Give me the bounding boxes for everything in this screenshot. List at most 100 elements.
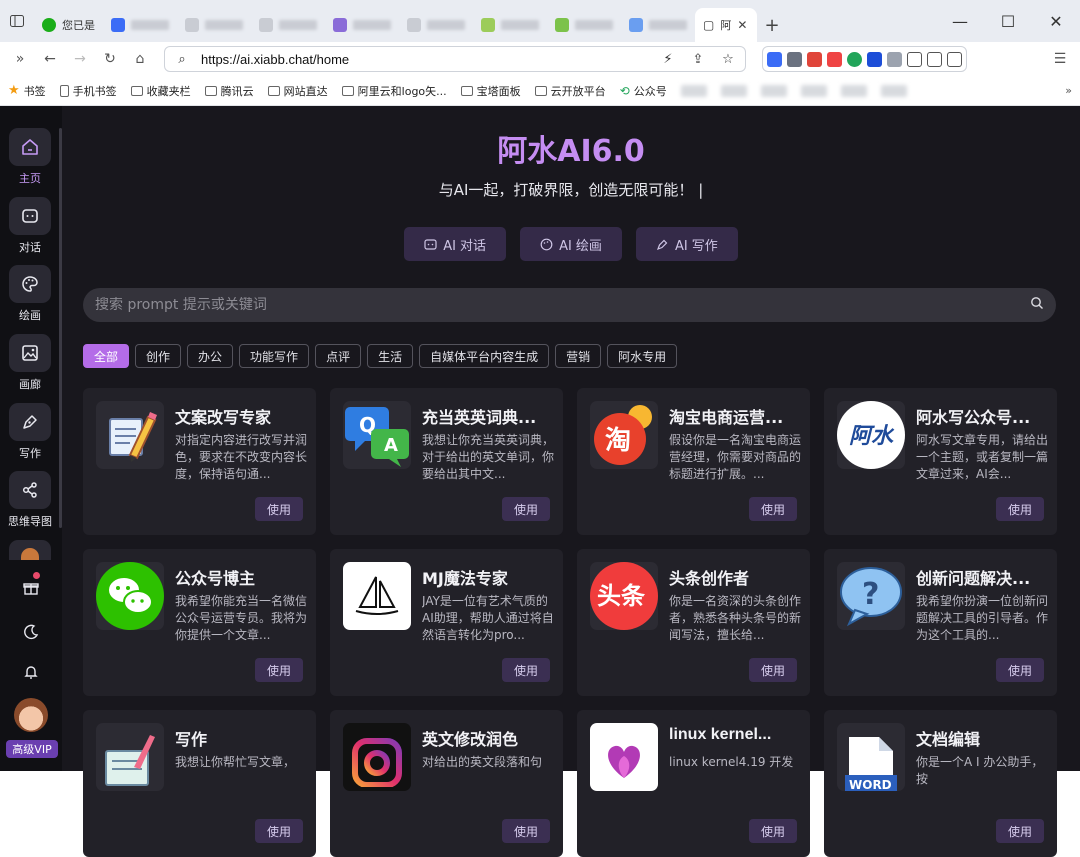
bookmark-item[interactable]: 宝塔面板 bbox=[460, 83, 521, 99]
shield-ext-icon[interactable] bbox=[867, 51, 882, 67]
back-icon[interactable]: ← bbox=[36, 45, 64, 73]
gift-button[interactable] bbox=[0, 572, 62, 599]
blurred-bookmark[interactable] bbox=[760, 84, 787, 97]
close-tab-icon[interactable]: ✕ bbox=[737, 18, 747, 32]
ai-chat-button[interactable]: AI 对话 bbox=[404, 227, 507, 261]
reload-icon[interactable]: ↻ bbox=[96, 45, 124, 73]
forward-icon[interactable]: → bbox=[66, 45, 94, 73]
bookmark-item[interactable]: 腾讯云 bbox=[204, 83, 254, 99]
use-button[interactable]: 使用 bbox=[255, 497, 303, 521]
category-functional-writing[interactable]: 功能写作 bbox=[239, 344, 310, 368]
expand-icon[interactable]: » bbox=[6, 45, 34, 73]
use-button[interactable]: 使用 bbox=[749, 819, 797, 843]
prompt-card[interactable]: 头条 头条创作者 你是一名资深的头条创作者，熟悉各种头条号的新闻写法，擅长给..… bbox=[577, 549, 810, 696]
blurred-bookmark[interactable] bbox=[800, 84, 827, 97]
new-tab-button[interactable]: + bbox=[757, 8, 787, 42]
browser-tab[interactable]: 您已是 bbox=[34, 8, 103, 42]
use-button[interactable]: 使用 bbox=[996, 497, 1044, 521]
browser-tab[interactable] bbox=[103, 8, 177, 42]
bolt-icon[interactable]: ⚡ bbox=[657, 52, 679, 67]
prompt-card[interactable]: 英文修改润色 对给出的英文段落和句 使用 bbox=[330, 710, 563, 857]
translate-ext-icon[interactable] bbox=[767, 51, 782, 67]
category-self-media[interactable]: 自媒体平台内容生成 bbox=[419, 344, 550, 368]
category-marketing[interactable]: 营销 bbox=[555, 344, 602, 368]
sidebar-item-chat[interactable]: 对话 bbox=[9, 197, 51, 255]
url-text[interactable]: https://ai.xiabb.chat/home bbox=[201, 52, 649, 67]
scissors-icon[interactable] bbox=[927, 51, 942, 67]
bookmark-item[interactable]: 网站直达 bbox=[267, 83, 328, 99]
sidebar-item-gallery[interactable]: 画廊 bbox=[9, 334, 51, 392]
active-browser-tab[interactable]: ▢ 阿 ✕ bbox=[695, 8, 757, 42]
pen-ext-icon[interactable] bbox=[947, 51, 962, 67]
minimize-icon[interactable]: — bbox=[936, 12, 984, 31]
prompt-card[interactable]: QA 充当英英词典... 我想让你充当英英词典，对于给出的英文单词，你要给出其中… bbox=[330, 388, 563, 535]
browser-tab[interactable] bbox=[325, 8, 399, 42]
prompt-card[interactable]: linux kernel... linux kernel4.19 开发 使用 bbox=[577, 710, 810, 857]
browser-tab[interactable] bbox=[251, 8, 325, 42]
copy-ext-icon[interactable] bbox=[787, 51, 802, 67]
ai-draw-button[interactable]: AI 绘画 bbox=[520, 227, 622, 261]
prompt-card[interactable]: MJ魔法专家 JAY是一位有艺术气质的AI助理，帮助人通过将自然语言转化为pro… bbox=[330, 549, 563, 696]
blurred-bookmark[interactable] bbox=[720, 84, 747, 97]
use-button[interactable]: 使用 bbox=[502, 497, 550, 521]
vip-badge[interactable]: 高级VIP bbox=[6, 740, 58, 758]
browser-tab[interactable] bbox=[473, 8, 547, 42]
dark-mode-toggle[interactable] bbox=[0, 624, 62, 643]
category-ashui[interactable]: 阿水专用 bbox=[607, 344, 678, 368]
prompt-card[interactable]: ? 创新问题解决... 我希望你扮演一位创新问题解决工具的引导者。作为这个工具的… bbox=[824, 549, 1057, 696]
browser-tab[interactable] bbox=[399, 8, 473, 42]
menu-icon[interactable]: ☰ bbox=[1046, 45, 1074, 73]
use-button[interactable]: 使用 bbox=[749, 497, 797, 521]
search-input[interactable] bbox=[95, 297, 1030, 313]
search-icon[interactable] bbox=[1030, 296, 1044, 314]
book-ext-icon[interactable] bbox=[907, 51, 922, 67]
use-button[interactable]: 使用 bbox=[255, 658, 303, 682]
prompt-card[interactable]: 公众号博主 我希望你能充当一名微信公众号运营专员。我将为你提供一个文章... 使… bbox=[83, 549, 316, 696]
sidebar-item-draw[interactable]: 绘画 bbox=[9, 265, 51, 323]
use-button[interactable]: 使用 bbox=[255, 819, 303, 843]
sidebar-item-write[interactable]: 写作 bbox=[9, 403, 51, 461]
check-ext-icon[interactable] bbox=[847, 51, 862, 67]
close-window-icon[interactable]: ✕ bbox=[1032, 12, 1080, 31]
blurred-bookmark[interactable] bbox=[680, 84, 707, 97]
prompt-card[interactable]: 文案改写专家 对指定内容进行改写并润色，要求在不改变内容长度，保持语句通... … bbox=[83, 388, 316, 535]
bookmark-item[interactable]: ★ 书签 bbox=[8, 83, 46, 99]
category-create[interactable]: 创作 bbox=[135, 344, 182, 368]
sidebar-item-mindmap[interactable]: 思维导图 bbox=[8, 471, 52, 529]
use-button[interactable]: 使用 bbox=[502, 819, 550, 843]
star-icon[interactable]: ☆ bbox=[717, 52, 739, 67]
pdf-ext-icon[interactable] bbox=[827, 51, 842, 67]
avatar[interactable] bbox=[14, 698, 48, 732]
address-bar[interactable]: ⌕ https://ai.xiabb.chat/home ⚡ ⇪ ☆ bbox=[164, 46, 746, 72]
sidebar-item-partial[interactable] bbox=[9, 540, 51, 560]
browser-tab[interactable] bbox=[177, 8, 251, 42]
prompt-card[interactable]: 阿水 阿水写公众号... 阿水写文章专用，请给出一个主题，或者复制一篇文章过来，… bbox=[824, 388, 1057, 535]
notifications-button[interactable] bbox=[0, 664, 62, 683]
share-icon[interactable]: ⇪ bbox=[687, 52, 709, 67]
browser-tab[interactable] bbox=[547, 8, 621, 42]
sidebar-item-home[interactable]: 主页 bbox=[9, 128, 51, 186]
image-ext-icon[interactable] bbox=[887, 51, 902, 67]
use-button[interactable]: 使用 bbox=[996, 819, 1044, 843]
use-button[interactable]: 使用 bbox=[996, 658, 1044, 682]
prompt-card[interactable]: 写作 我想让你帮忙写文章， 使用 bbox=[83, 710, 316, 857]
category-life[interactable]: 生活 bbox=[367, 344, 414, 368]
category-all[interactable]: 全部 bbox=[83, 344, 130, 368]
bookmark-item[interactable]: 阿里云和logo矢... bbox=[341, 83, 447, 99]
prompt-card[interactable]: 淘 淘宝电商运营... 假设你是一名淘宝电商运营经理，你需要对商品的标题进行扩展… bbox=[577, 388, 810, 535]
use-button[interactable]: 使用 bbox=[502, 658, 550, 682]
maximize-icon[interactable]: ☐ bbox=[984, 12, 1032, 31]
use-button[interactable]: 使用 bbox=[749, 658, 797, 682]
bookmark-item[interactable]: ⟲ 公众号 bbox=[620, 83, 667, 99]
bookmark-item[interactable]: 收藏夹栏 bbox=[130, 83, 191, 99]
blurred-bookmark[interactable] bbox=[840, 84, 867, 97]
puzzle-ext-icon[interactable] bbox=[807, 51, 822, 67]
blurred-bookmark[interactable] bbox=[880, 84, 907, 97]
sidebar-toggle-icon[interactable] bbox=[0, 0, 34, 42]
bookmark-item[interactable]: 手机书签 bbox=[59, 83, 117, 99]
bookmarks-more-icon[interactable]: » bbox=[1065, 84, 1072, 97]
ai-write-button[interactable]: AI 写作 bbox=[635, 227, 738, 261]
category-review[interactable]: 点评 bbox=[315, 344, 362, 368]
home-icon[interactable]: ⌂ bbox=[126, 45, 154, 73]
bookmark-item[interactable]: 云开放平台 bbox=[534, 83, 606, 99]
